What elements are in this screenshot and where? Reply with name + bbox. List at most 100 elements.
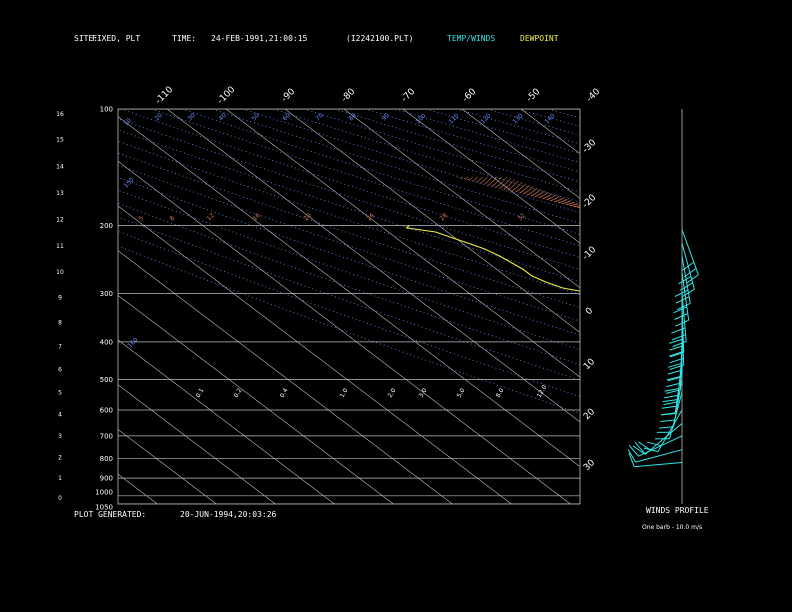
isotherm-top-label: -60 xyxy=(461,87,479,105)
pressure-tick-label: 1050 xyxy=(95,504,113,512)
mixing-ratio-label: 5.0 xyxy=(456,387,467,399)
pressure-tick-label: 900 xyxy=(100,475,113,483)
dry-adiabat-line xyxy=(242,109,580,214)
moist-adiabat-line xyxy=(496,176,580,206)
height-tick-label: 11 xyxy=(56,243,64,250)
generated-value: 20-JUN-1994,20:03:26 xyxy=(180,510,277,519)
wind-profile-layer xyxy=(627,109,699,504)
isotherm-right-label: -30 xyxy=(581,138,599,156)
moist-adiabat-line xyxy=(486,176,580,207)
moist-adiabat-line xyxy=(505,176,580,205)
isotherm-top-label: -40 xyxy=(585,87,603,105)
dry-adiabat-label: 30 xyxy=(186,112,196,122)
height-tick-label: 12 xyxy=(56,217,64,224)
dry-adiabat-line xyxy=(118,230,580,397)
wind-barb-flag xyxy=(662,399,678,403)
dry-adiabat-label: 40 xyxy=(217,112,227,122)
moist-adiabat-label: 12 xyxy=(205,212,215,222)
dry-adiabat-line xyxy=(364,109,580,173)
mixing-ratio-label: 0.2 xyxy=(233,387,244,399)
height-tick-label: 4 xyxy=(58,411,62,418)
legend-temp-winds: TEMP/WINDS xyxy=(447,34,495,43)
dewpoint-profile-line xyxy=(405,225,580,292)
isotherm-line xyxy=(225,109,580,378)
height-tick-label: 5 xyxy=(58,389,62,396)
dry-adiabat-line xyxy=(118,245,580,414)
pressure-tick-label: 100 xyxy=(100,106,113,114)
dry-adiabat-label: 120 xyxy=(479,112,492,125)
time-value: 24-FEB-1991,21:00:15 xyxy=(211,34,308,43)
moist-adiabat-label: 20 xyxy=(302,212,312,222)
dry-adiabat-label: 90 xyxy=(380,112,390,122)
mixing-ratio-label: 8.0 xyxy=(495,387,506,399)
isotherm-line xyxy=(166,109,580,423)
height-tick-label: 14 xyxy=(56,164,64,171)
dry-adiabat-label: 80 xyxy=(347,112,357,122)
dry-adiabat-line xyxy=(456,109,580,145)
dry-adiabat-line xyxy=(731,109,792,504)
isotherm-right-label: -10 xyxy=(581,245,599,263)
dry-adiabat-line xyxy=(118,140,580,295)
dry-adiabat-line xyxy=(118,189,580,351)
dry-adiabat-line xyxy=(334,109,580,183)
height-tick-label: 1 xyxy=(58,475,62,482)
height-tick-label: 3 xyxy=(58,433,62,440)
moist-adiabat-label: 16 xyxy=(251,212,261,222)
legend-dewpoint: DEWPOINT xyxy=(520,34,559,43)
site-value: FIXED, PLT xyxy=(92,34,140,43)
wind-barb-flag xyxy=(660,419,675,422)
isotherm-top-label: -100 xyxy=(216,85,238,107)
skew-t-chart: SITE: FIXED, PLT TIME: 24-FEB-1991,21:00… xyxy=(56,34,792,531)
mixing-ratio-label: 0.1 xyxy=(195,387,206,399)
dry-adiabat-label: 150 xyxy=(122,176,135,189)
wind-barb-flag xyxy=(678,275,692,285)
isotherm-line xyxy=(118,473,158,504)
isotherm-line xyxy=(118,339,335,504)
dry-adiabat-line xyxy=(303,109,580,193)
dry-adiabat-label: 70 xyxy=(314,112,324,122)
wind-barb-flag xyxy=(661,405,677,409)
mixing-ratio-label: 3.0 xyxy=(418,387,429,399)
wind-barb-flag xyxy=(674,289,689,297)
plot-frame xyxy=(117,108,581,505)
dry-adiabat-label: 130 xyxy=(511,112,524,125)
isotherm-line xyxy=(284,109,580,333)
wind-barb-shaft xyxy=(634,462,683,468)
mixing-ratio-label: 0.4 xyxy=(279,387,290,399)
dry-adiabat-label: 140 xyxy=(543,112,556,125)
winds-profile-title: WINDS PROFILE xyxy=(646,506,709,515)
height-tick-label: 7 xyxy=(58,343,62,350)
wind-barb-flag xyxy=(666,382,681,388)
moist-adiabat-line xyxy=(501,176,580,206)
dry-adiabat-line xyxy=(118,202,580,366)
height-tick-label: 9 xyxy=(58,294,62,301)
dry-adiabat-line xyxy=(118,164,580,322)
dry-adiabat-line xyxy=(118,152,580,309)
height-tick-label: 6 xyxy=(58,367,62,374)
isotherm-line xyxy=(343,109,580,289)
isotherm-top-label: -90 xyxy=(280,87,298,105)
isotherm-top-label: -80 xyxy=(340,87,358,105)
dry-adiabat-label: 60 xyxy=(281,112,291,122)
isotherm-right-label: 10 xyxy=(582,357,597,372)
moist-adiabat-line xyxy=(461,176,580,209)
pressure-tick-label: 600 xyxy=(100,407,113,415)
moist-adiabat-label: 32 xyxy=(516,212,526,222)
dry-adiabat-line xyxy=(150,109,580,247)
isotherm-right-label: 20 xyxy=(582,407,597,422)
isotherm-line xyxy=(118,160,571,504)
dry-adiabat-line xyxy=(701,109,792,504)
time-label: TIME: xyxy=(172,34,196,43)
isotherm-top-label: -50 xyxy=(525,87,543,105)
moist-adiabat-line xyxy=(476,176,580,208)
height-tick-label: 15 xyxy=(56,137,64,144)
file-value: (I2242100.PLT) xyxy=(346,34,413,43)
dry-adiabat-line xyxy=(212,109,580,224)
dry-adiabat-line xyxy=(395,109,580,164)
isotherm-line xyxy=(579,109,580,110)
isotherm-line xyxy=(118,429,217,504)
isotherm-line xyxy=(118,250,453,504)
mixing-ratio-label: 1.0 xyxy=(339,387,350,399)
height-tick-label: 0 xyxy=(58,495,62,502)
isotherm-top-label: -70 xyxy=(400,87,418,105)
